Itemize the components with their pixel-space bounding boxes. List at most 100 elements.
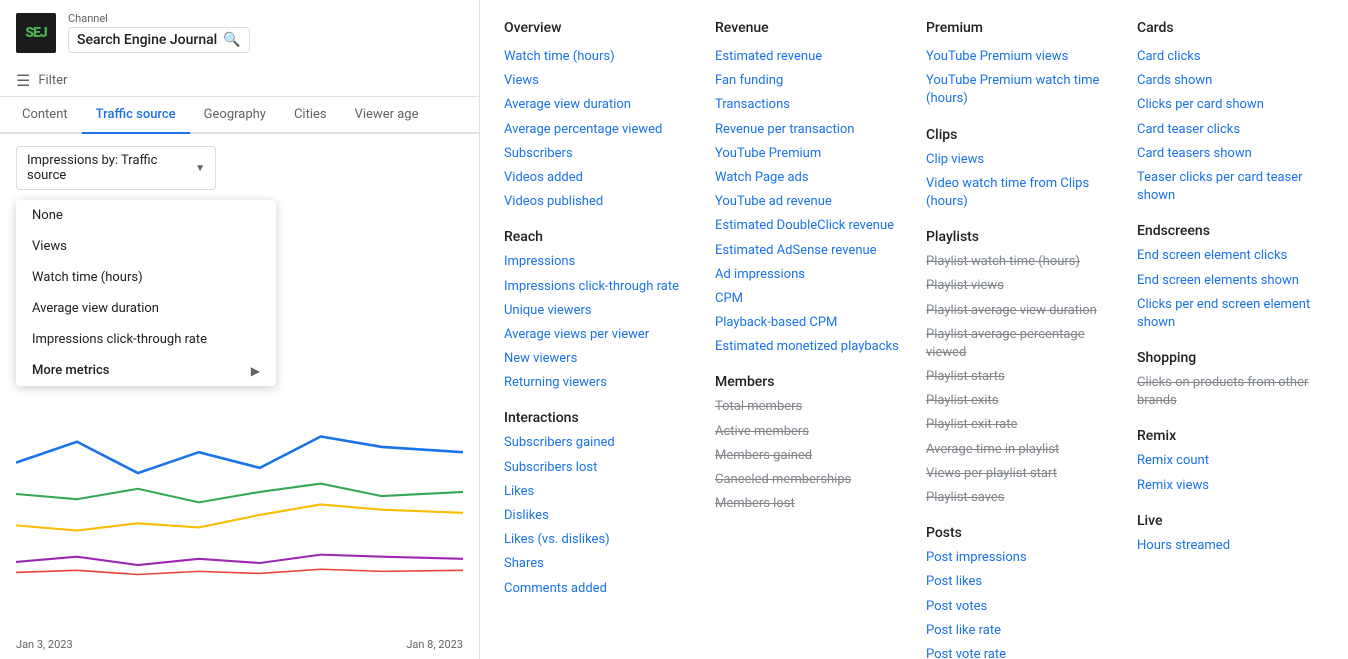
dropdown-item-none-label: None: [32, 208, 63, 223]
dropdown-item-avg-view-duration[interactable]: Average view duration: [16, 293, 276, 324]
metric-item-playlist-average-percentage-viewed[interactable]: Playlist average percentage viewed: [926, 326, 1113, 362]
metric-item-card-clicks[interactable]: Card clicks: [1137, 48, 1324, 66]
metric-item-canceled-memberships[interactable]: Canceled memberships: [715, 471, 902, 489]
metric-item-post-likes[interactable]: Post likes: [926, 573, 1113, 591]
metric-item-clicks-per-card-shown[interactable]: Clicks per card shown: [1137, 96, 1324, 114]
metric-item-subscribers-gained[interactable]: Subscribers gained: [504, 434, 691, 452]
metric-item-playlist-saves[interactable]: Playlist saves: [926, 489, 1113, 507]
metric-item-post-impressions[interactable]: Post impressions: [926, 549, 1113, 567]
section-title-live: Live: [1137, 513, 1324, 529]
metric-item-playlist-average-view-duration[interactable]: Playlist average view duration: [926, 302, 1113, 320]
metric-item-teaser-clicks-per-card-teaser-shown[interactable]: Teaser clicks per card teaser shown: [1137, 169, 1324, 205]
metric-item-card-teaser-clicks[interactable]: Card teaser clicks: [1137, 121, 1324, 139]
metric-item-impressions-click-through-rate[interactable]: Impressions click-through rate: [504, 278, 691, 296]
metric-item-ad-impressions[interactable]: Ad impressions: [715, 266, 902, 284]
sej-logo: SEJ: [16, 13, 56, 53]
metric-item-average-views-per-viewer[interactable]: Average views per viewer: [504, 326, 691, 344]
metric-item-views[interactable]: Views: [504, 72, 691, 90]
column-header-cards_endscreens: Cards: [1137, 20, 1324, 36]
section-title-remix: Remix: [1137, 428, 1324, 444]
section-title-endscreens: Endscreens: [1137, 223, 1324, 239]
metric-item-clicks-per-end-screen-element-shown[interactable]: Clicks per end screen element shown: [1137, 296, 1324, 332]
metric-item-views-per-playlist-start[interactable]: Views per playlist start: [926, 465, 1113, 483]
metric-item-new-viewers[interactable]: New viewers: [504, 350, 691, 368]
chart-date-start: Jan 3, 2023: [16, 638, 73, 651]
metric-item-members-lost[interactable]: Members lost: [715, 495, 902, 513]
metric-item-youtube-ad-revenue[interactable]: YouTube ad revenue: [715, 193, 902, 211]
metric-item-remix-count[interactable]: Remix count: [1137, 452, 1324, 470]
dropdown-item-none[interactable]: None: [16, 200, 276, 231]
metric-item-total-members[interactable]: Total members: [715, 398, 902, 416]
tab-content[interactable]: Content: [8, 97, 82, 134]
tab-geography[interactable]: Geography: [190, 97, 280, 134]
metric-item-playlist-watch-time-hours-[interactable]: Playlist watch time (hours): [926, 253, 1113, 271]
metric-item-playlist-views[interactable]: Playlist views: [926, 277, 1113, 295]
metric-item-members-gained[interactable]: Members gained: [715, 447, 902, 465]
metric-item-estimated-doubleclick-revenue[interactable]: Estimated DoubleClick revenue: [715, 217, 902, 235]
metric-item-cards-shown[interactable]: Cards shown: [1137, 72, 1324, 90]
metric-item-hours-streamed[interactable]: Hours streamed: [1137, 537, 1324, 555]
metric-item-watch-page-ads[interactable]: Watch Page ads: [715, 169, 902, 187]
column-header-revenue: Revenue: [715, 20, 902, 36]
metric-item-youtube-premium[interactable]: YouTube Premium: [715, 145, 902, 163]
chart-date-end: Jan 8, 2023: [406, 638, 463, 651]
dropdown-item-watch-time[interactable]: Watch time (hours): [16, 262, 276, 293]
metric-item-videos-added[interactable]: Videos added: [504, 169, 691, 187]
metric-item-dislikes[interactable]: Dislikes: [504, 507, 691, 525]
impressions-select[interactable]: Impressions by: Traffic source ▼: [16, 146, 216, 190]
dropdown-item-views[interactable]: Views: [16, 231, 276, 262]
tab-cities[interactable]: Cities: [280, 97, 341, 134]
metric-item-impressions[interactable]: Impressions: [504, 253, 691, 271]
metric-item-comments-added[interactable]: Comments added: [504, 580, 691, 598]
section-title-shopping: Shopping: [1137, 350, 1324, 366]
metric-item-active-members[interactable]: Active members: [715, 423, 902, 441]
metric-item-playlist-exit-rate[interactable]: Playlist exit rate: [926, 416, 1113, 434]
metric-item-post-votes[interactable]: Post votes: [926, 598, 1113, 616]
metric-item-fan-funding[interactable]: Fan funding: [715, 72, 902, 90]
metric-item-clip-views[interactable]: Clip views: [926, 151, 1113, 169]
channel-name: Search Engine Journal: [77, 32, 217, 48]
metric-item-video-watch-time-from-clips-hours-[interactable]: Video watch time from Clips (hours): [926, 175, 1113, 211]
dropdown-item-more-metrics[interactable]: More metrics ▶: [16, 355, 276, 386]
dropdown-menu: None Views Watch time (hours) Average vi…: [16, 200, 276, 386]
search-icon: 🔍: [223, 32, 240, 48]
metrics-column-cards_endscreens: Cards Card clicks Cards shown Clicks per ca…: [1137, 20, 1324, 659]
metric-item-playback-based-cpm[interactable]: Playback-based CPM: [715, 314, 902, 332]
channel-search-box[interactable]: Search Engine Journal 🔍: [68, 27, 250, 53]
metric-item-cpm[interactable]: CPM: [715, 290, 902, 308]
filter-row: ☰ Filter: [0, 65, 479, 97]
metric-item-playlist-exits[interactable]: Playlist exits: [926, 392, 1113, 410]
metric-item-clicks-on-products-from-other-brands[interactable]: Clicks on products from other brands: [1137, 374, 1324, 410]
metric-item-returning-viewers[interactable]: Returning viewers: [504, 374, 691, 392]
metric-item-videos-published[interactable]: Videos published: [504, 193, 691, 211]
metric-item-watch-time-hours-[interactable]: Watch time (hours): [504, 48, 691, 66]
metric-item-likes-vs-dislikes-[interactable]: Likes (vs. dislikes): [504, 531, 691, 549]
metric-item-subscribers-lost[interactable]: Subscribers lost: [504, 459, 691, 477]
tab-viewer-age[interactable]: Viewer age: [341, 97, 433, 134]
metric-item-post-vote-rate[interactable]: Post vote rate: [926, 646, 1113, 659]
metric-item-unique-viewers[interactable]: Unique viewers: [504, 302, 691, 320]
metric-item-estimated-adsense-revenue[interactable]: Estimated AdSense revenue: [715, 242, 902, 260]
metric-item-transactions[interactable]: Transactions: [715, 96, 902, 114]
metric-item-end-screen-elements-shown[interactable]: End screen elements shown: [1137, 272, 1324, 290]
metric-item-remix-views[interactable]: Remix views: [1137, 477, 1324, 495]
metric-item-estimated-monetized-playbacks[interactable]: Estimated monetized playbacks: [715, 338, 902, 356]
metric-item-end-screen-element-clicks[interactable]: End screen element clicks: [1137, 247, 1324, 265]
metric-item-average-view-duration[interactable]: Average view duration: [504, 96, 691, 114]
metric-item-post-like-rate[interactable]: Post like rate: [926, 622, 1113, 640]
channel-label: Channel: [68, 12, 250, 25]
metric-item-playlist-starts[interactable]: Playlist starts: [926, 368, 1113, 386]
metric-item-likes[interactable]: Likes: [504, 483, 691, 501]
tab-traffic-source[interactable]: Traffic source: [82, 97, 190, 134]
metric-item-estimated-revenue[interactable]: Estimated revenue: [715, 48, 902, 66]
metric-item-subscribers[interactable]: Subscribers: [504, 145, 691, 163]
chevron-right-icon: ▶: [251, 364, 260, 378]
metric-item-card-teasers-shown[interactable]: Card teasers shown: [1137, 145, 1324, 163]
dropdown-item-impressions-ctr[interactable]: Impressions click-through rate: [16, 324, 276, 355]
metric-item-revenue-per-transaction[interactable]: Revenue per transaction: [715, 121, 902, 139]
metric-item-average-time-in-playlist[interactable]: Average time in playlist: [926, 441, 1113, 459]
metric-item-shares[interactable]: Shares: [504, 555, 691, 573]
metric-item-youtube-premium-views[interactable]: YouTube Premium views: [926, 48, 1113, 66]
metric-item-youtube-premium-watch-time-hours-[interactable]: YouTube Premium watch time (hours): [926, 72, 1113, 108]
metric-item-average-percentage-viewed[interactable]: Average percentage viewed: [504, 121, 691, 139]
